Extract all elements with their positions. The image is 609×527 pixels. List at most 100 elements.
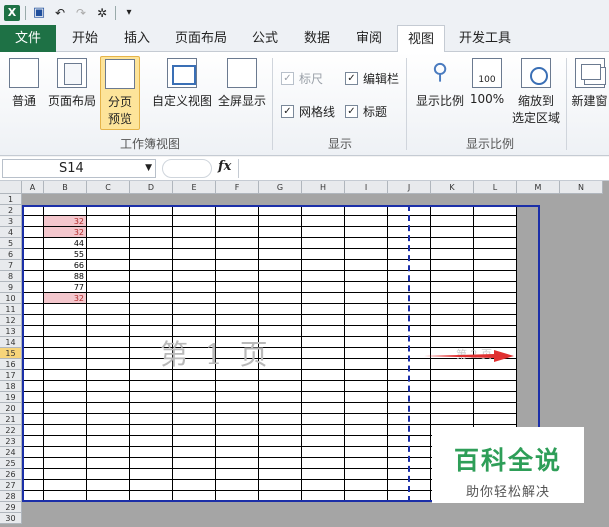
row-header[interactable]: 11	[0, 304, 22, 315]
tab-developer[interactable]: 开发工具	[452, 25, 518, 52]
cell[interactable]	[474, 315, 517, 326]
column-header[interactable]: H	[302, 181, 345, 194]
cell[interactable]	[474, 227, 517, 238]
zoom-button[interactable]: ⚲ 显示比例	[414, 56, 466, 130]
cell[interactable]	[302, 425, 345, 436]
cell[interactable]	[216, 282, 259, 293]
cell[interactable]	[130, 469, 173, 480]
cell[interactable]	[259, 238, 302, 249]
page-layout-view-button[interactable]: 页面布局	[46, 56, 98, 130]
cell[interactable]	[474, 249, 517, 260]
row-header[interactable]: 30	[0, 513, 22, 524]
column-header[interactable]: J	[388, 181, 431, 194]
cell[interactable]	[22, 337, 44, 348]
cell[interactable]	[388, 403, 431, 414]
cell[interactable]	[345, 491, 388, 502]
cell[interactable]	[259, 403, 302, 414]
cell[interactable]	[216, 447, 259, 458]
cell[interactable]	[216, 260, 259, 271]
cell[interactable]	[302, 249, 345, 260]
cell[interactable]	[22, 414, 44, 425]
cell[interactable]	[302, 326, 345, 337]
cell[interactable]	[216, 315, 259, 326]
cell[interactable]	[345, 359, 388, 370]
cell[interactable]	[216, 469, 259, 480]
cell[interactable]	[302, 337, 345, 348]
cell[interactable]	[474, 326, 517, 337]
cell[interactable]	[302, 370, 345, 381]
cell[interactable]	[130, 480, 173, 491]
cell[interactable]	[345, 469, 388, 480]
cell[interactable]	[474, 271, 517, 282]
cell[interactable]	[130, 447, 173, 458]
cell[interactable]	[431, 205, 474, 216]
cell[interactable]	[173, 392, 216, 403]
cell[interactable]	[474, 414, 517, 425]
cell[interactable]	[345, 447, 388, 458]
cell[interactable]	[431, 403, 474, 414]
cell[interactable]	[173, 238, 216, 249]
cell[interactable]	[173, 480, 216, 491]
cell[interactable]	[173, 249, 216, 260]
formula-input[interactable]	[238, 159, 608, 178]
cell[interactable]	[130, 282, 173, 293]
row-header[interactable]: 8	[0, 271, 22, 282]
cell[interactable]	[431, 326, 474, 337]
cell[interactable]	[302, 216, 345, 227]
row-header[interactable]: 21	[0, 414, 22, 425]
cell-value[interactable]: 77	[44, 282, 87, 293]
row-header[interactable]: 20	[0, 403, 22, 414]
cell[interactable]	[431, 249, 474, 260]
cell[interactable]	[130, 458, 173, 469]
cell[interactable]	[345, 348, 388, 359]
cell[interactable]	[259, 315, 302, 326]
cell[interactable]	[302, 414, 345, 425]
cell[interactable]	[345, 304, 388, 315]
row-header[interactable]: 15	[0, 348, 22, 359]
cell-value[interactable]: 66	[44, 260, 87, 271]
cell[interactable]	[474, 205, 517, 216]
cell[interactable]	[259, 436, 302, 447]
row-header[interactable]: 3	[0, 216, 22, 227]
cell[interactable]	[216, 436, 259, 447]
cell[interactable]	[474, 304, 517, 315]
cell[interactable]	[345, 315, 388, 326]
tab-view[interactable]: 视图	[397, 25, 445, 53]
tab-page-layout[interactable]: 页面布局	[166, 25, 236, 52]
cell[interactable]	[216, 458, 259, 469]
tab-review[interactable]: 审阅	[346, 25, 392, 52]
cell[interactable]	[22, 238, 44, 249]
cell[interactable]	[87, 458, 130, 469]
cell[interactable]	[216, 227, 259, 238]
cell[interactable]	[44, 491, 87, 502]
row-header[interactable]: 17	[0, 370, 22, 381]
cell[interactable]	[388, 227, 431, 238]
cell[interactable]	[302, 436, 345, 447]
cell[interactable]	[431, 392, 474, 403]
cell[interactable]	[173, 491, 216, 502]
row-header[interactable]: 19	[0, 392, 22, 403]
cell[interactable]	[87, 260, 130, 271]
cell[interactable]	[259, 392, 302, 403]
cell[interactable]	[345, 282, 388, 293]
cell[interactable]	[302, 480, 345, 491]
cell[interactable]	[431, 271, 474, 282]
tab-file[interactable]: 文件	[0, 25, 56, 52]
cell[interactable]	[44, 414, 87, 425]
cell[interactable]	[474, 282, 517, 293]
cell[interactable]	[216, 205, 259, 216]
cell[interactable]	[345, 370, 388, 381]
cell[interactable]	[173, 436, 216, 447]
cell[interactable]	[345, 425, 388, 436]
cell[interactable]	[87, 348, 130, 359]
cell[interactable]	[87, 238, 130, 249]
cell[interactable]	[87, 392, 130, 403]
tab-data[interactable]: 数据	[294, 25, 340, 52]
cell[interactable]	[259, 293, 302, 304]
row-header[interactable]: 28	[0, 491, 22, 502]
column-header[interactable]: A	[22, 181, 44, 194]
cell[interactable]	[216, 425, 259, 436]
cell[interactable]	[259, 447, 302, 458]
cell[interactable]	[388, 491, 431, 502]
column-header[interactable]: E	[173, 181, 216, 194]
